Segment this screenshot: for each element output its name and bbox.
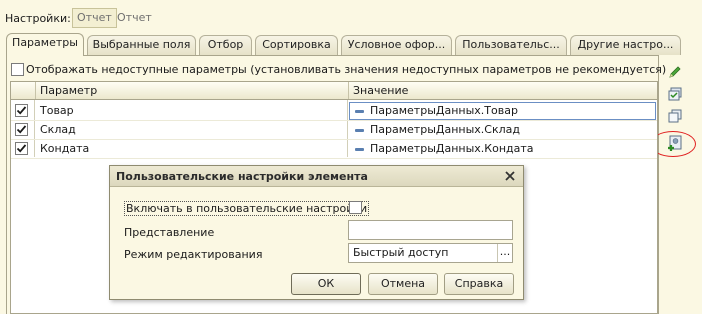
include-in-user-settings-label: Включать в пользовательские настройки <box>124 201 370 216</box>
row-value: ПараметрыДанных.Товар <box>355 102 518 120</box>
mode-report-secondary-button[interactable]: Отчет <box>112 8 157 28</box>
include-in-user-settings-checkbox[interactable] <box>349 201 362 214</box>
row-checkbox[interactable] <box>15 123 28 136</box>
column-header-param[interactable]: Параметр <box>35 82 97 99</box>
column-header-value[interactable]: Значение <box>348 82 408 99</box>
pencil-icon[interactable] <box>667 64 683 80</box>
select-all-icon[interactable] <box>667 86 683 102</box>
show-unavailable-checkbox[interactable] <box>11 63 24 76</box>
settings-label: Настройки: <box>5 12 71 25</box>
row-param: Товар <box>40 104 74 117</box>
dialog-title: Пользовательские настройки элемента <box>116 170 368 183</box>
tab-parameters[interactable]: Параметры <box>6 33 84 56</box>
value-type-icon <box>355 128 364 132</box>
row-value-text: ПараметрыДанных.Склад <box>370 123 520 136</box>
value-type-icon <box>355 147 364 151</box>
dialog-title-bar[interactable]: Пользовательские настройки элемента <box>110 166 523 187</box>
presentation-input[interactable] <box>348 220 513 240</box>
grid-header: Параметр Значение <box>10 81 658 100</box>
show-unavailable-label: Отображать недоступные параметры (устано… <box>26 63 667 76</box>
row-param: Склад <box>40 123 76 136</box>
tab-filter[interactable]: Отбор <box>199 35 252 55</box>
tab-conditional-format[interactable]: Условное офор... <box>341 35 452 55</box>
row-param: Кондата <box>40 142 90 155</box>
row-checkbox[interactable] <box>15 104 28 117</box>
edit-mode-label: Режим редактирования <box>124 248 263 261</box>
cancel-button[interactable]: Отмена <box>368 273 438 295</box>
value-type-icon <box>355 109 364 113</box>
mode-report-button[interactable]: Отчет <box>72 8 117 28</box>
tab-selected-fields[interactable]: Выбранные поля <box>87 35 196 55</box>
close-icon[interactable] <box>503 169 517 183</box>
header-divider <box>35 82 36 99</box>
copy-icon[interactable] <box>667 108 683 124</box>
header-divider <box>348 82 349 99</box>
row-value-text: ПараметрыДанных.Кондата <box>370 142 534 155</box>
table-row[interactable]: Товар ПараметрыДанных.Товар <box>11 102 657 121</box>
tab-sorting[interactable]: Сортировка <box>255 35 338 55</box>
table-row[interactable]: Кондата ПараметрыДанных.Кондата <box>11 140 657 159</box>
row-value: ПараметрыДанных.Склад <box>355 121 520 139</box>
tab-user-fields[interactable]: Пользовательс... <box>455 35 567 55</box>
ok-button[interactable]: ОК <box>291 273 361 295</box>
help-button[interactable]: Справка <box>444 273 514 295</box>
edit-mode-value: Быстрый доступ <box>353 246 449 259</box>
row-value-text: ПараметрыДанных.Товар <box>370 104 518 117</box>
row-checkbox[interactable] <box>15 142 28 155</box>
user-settings-dialog: Пользовательские настройки элемента Вклю… <box>109 165 524 300</box>
tab-other-settings[interactable]: Другие настро... <box>570 35 681 55</box>
edit-mode-select[interactable]: Быстрый доступ <box>348 243 513 263</box>
presentation-label: Представление <box>124 226 215 239</box>
row-value: ПараметрыДанных.Кондата <box>355 140 534 158</box>
edit-mode-choose-button[interactable]: ... <box>497 244 512 262</box>
table-row[interactable]: Склад ПараметрыДанных.Склад <box>11 121 657 140</box>
